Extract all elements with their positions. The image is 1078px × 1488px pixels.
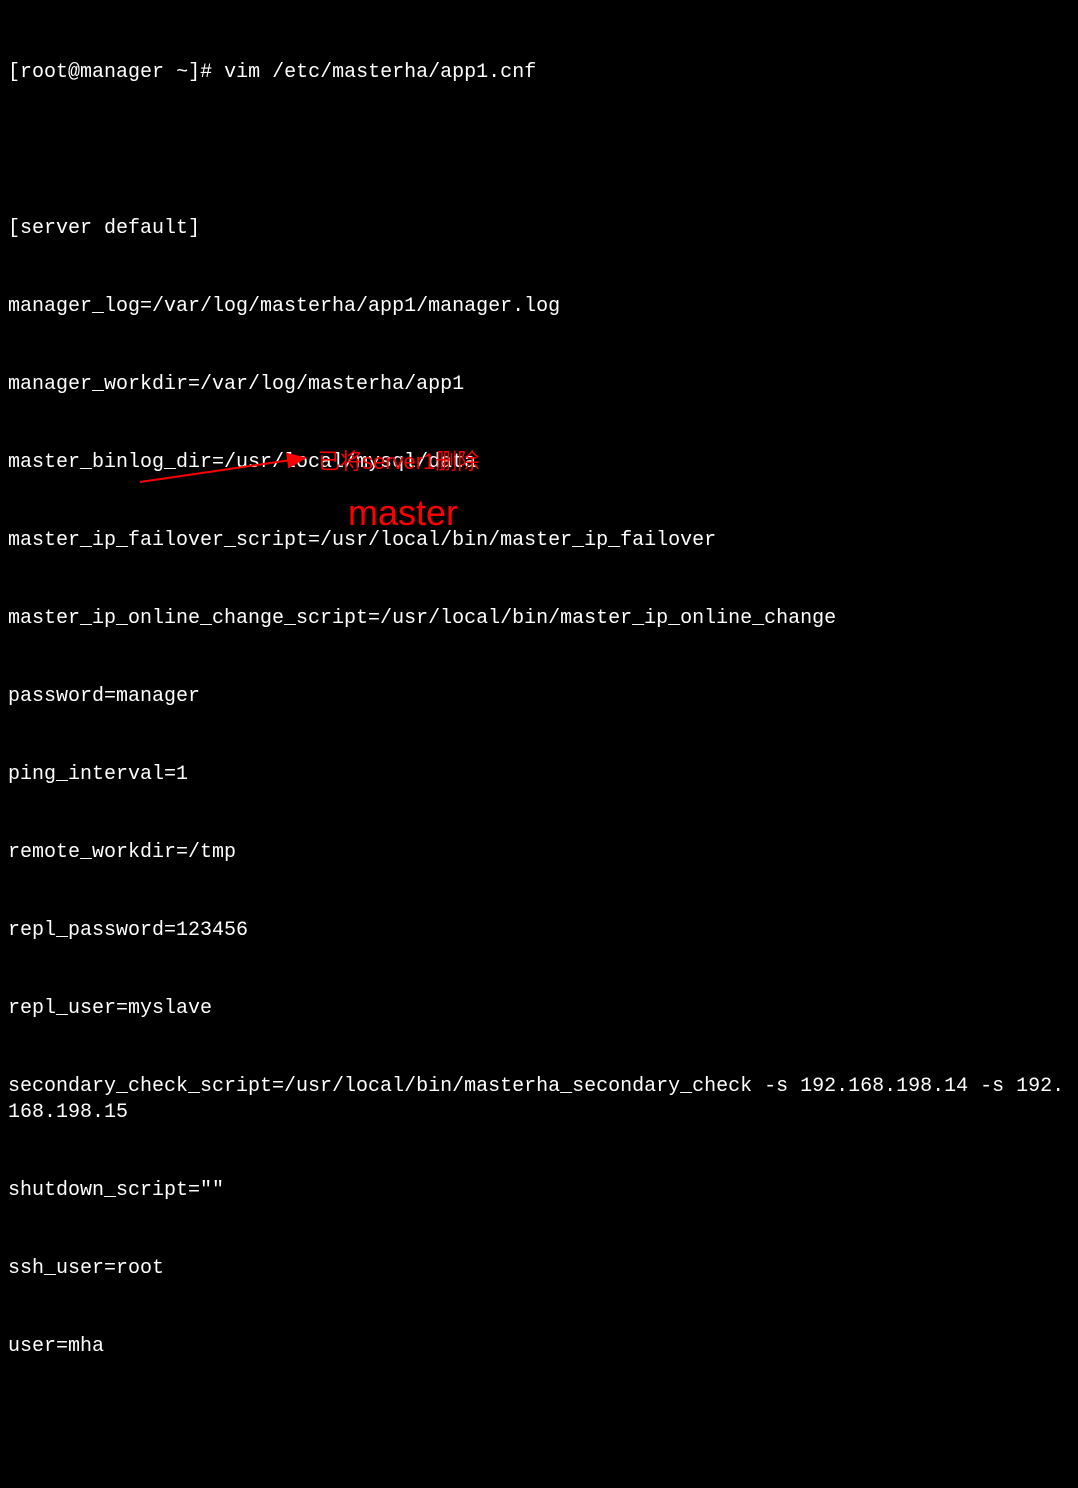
blank-line: [8, 138, 1070, 164]
config-line: password=manager: [8, 684, 1070, 710]
config-line: repl_user=myslave: [8, 996, 1070, 1022]
config-line: manager_workdir=/var/log/masterha/app1: [8, 372, 1070, 398]
prompt-user: root: [20, 61, 68, 84]
config-line: shutdown_script="": [8, 1178, 1070, 1204]
prompt-at: @: [68, 61, 80, 84]
config-line: ping_interval=1: [8, 762, 1070, 788]
config-line: remote_workdir=/tmp: [8, 840, 1070, 866]
config-line: master_ip_online_change_script=/usr/loca…: [8, 606, 1070, 632]
section-default: [server default]: [8, 216, 1070, 242]
config-line: master_binlog_dir=/usr/local/mysql/data: [8, 450, 1070, 476]
prompt-path: ~: [176, 61, 188, 84]
config-line: secondary_check_script=/usr/local/bin/ma…: [8, 1074, 1070, 1126]
prompt-close: ]: [188, 61, 200, 84]
config-line: master_ip_failover_script=/usr/local/bin…: [8, 528, 1070, 554]
config-line: ssh_user=root: [8, 1256, 1070, 1282]
config-line: manager_log=/var/log/masterha/app1/manag…: [8, 294, 1070, 320]
blank-line: [8, 1412, 1070, 1438]
prompt-symbol: #: [200, 61, 212, 84]
terminal-output[interactable]: [root@manager ~]# vim /etc/masterha/app1…: [8, 8, 1070, 1488]
prompt-open: [: [8, 61, 20, 84]
config-line: repl_password=123456: [8, 918, 1070, 944]
config-line: user=mha: [8, 1334, 1070, 1360]
prompt-command: vim /etc/masterha/app1.cnf: [224, 61, 536, 84]
command-prompt-line: [root@manager ~]# vim /etc/masterha/app1…: [8, 60, 1070, 86]
prompt-host: manager: [80, 61, 164, 84]
